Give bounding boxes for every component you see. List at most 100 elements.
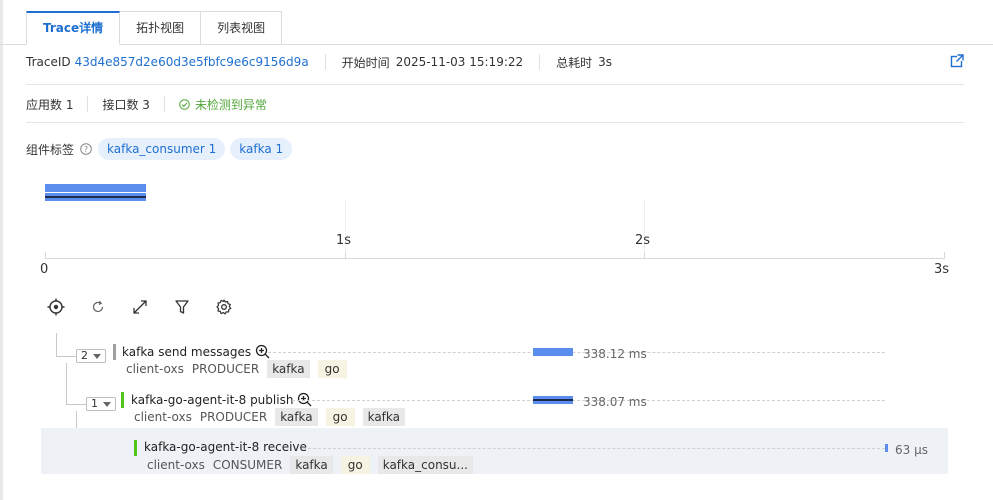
filter-icon — [175, 300, 189, 314]
span-status-bar — [134, 440, 137, 456]
check-circle-icon — [179, 98, 190, 110]
refresh-button[interactable] — [87, 296, 109, 318]
start-time-value: 2025-11-03 15:19:22 — [395, 55, 524, 69]
span-kind: PRODUCER — [191, 362, 260, 376]
span-title: kafka-go-agent-it-8 publish — [131, 392, 312, 407]
divider — [163, 96, 165, 112]
span-meta: client-oxs PRODUCER kafka go kafka — [134, 408, 413, 426]
open-external-icon[interactable] — [950, 54, 964, 68]
caret-down-icon — [103, 401, 111, 407]
overview-bar — [45, 184, 146, 192]
span-tag: go — [325, 408, 355, 426]
divider-line — [26, 84, 964, 85]
app-count: 应用数 1 — [26, 97, 74, 112]
axis-tick — [45, 252, 46, 258]
span-tag: kafka_consu... — [377, 456, 473, 474]
span-tag: go — [340, 456, 370, 474]
tree-connector — [66, 363, 67, 404]
trace-id-link[interactable]: 43d4e857d2e60d3e5fbfc9e6c9156d9a — [75, 55, 309, 69]
span-track — [303, 448, 885, 449]
divider — [539, 54, 541, 70]
trace-stats: 应用数 1 接口数 3 未检测到异常 — [26, 96, 267, 112]
grid-line — [345, 200, 346, 258]
tab-trace-detail[interactable]: Trace详情 — [26, 11, 121, 45]
span-service: client-oxs — [126, 362, 184, 376]
tab-list[interactable]: 列表视图 — [200, 11, 283, 45]
tab-topology[interactable]: 拓扑视图 — [119, 11, 202, 45]
timeline-overview — [45, 184, 146, 202]
span-title: kafka-go-agent-it-8 receive — [144, 440, 307, 454]
child-count: 2 — [81, 349, 88, 362]
span-meta: client-oxs PRODUCER kafka go — [126, 360, 355, 378]
span-track — [268, 352, 885, 353]
tag-kafka-consumer[interactable]: kafka_consumer 1 — [98, 138, 226, 160]
span-tag: kafka — [275, 408, 318, 426]
expand-button[interactable] — [129, 296, 151, 318]
axis-tick — [644, 252, 645, 258]
axis-label-3s: 3s — [934, 262, 950, 277]
divider — [324, 54, 326, 70]
settings-button[interactable] — [213, 296, 235, 318]
axis-label-1s: 1s — [336, 233, 352, 248]
health-status: 未检测到异常 — [179, 96, 267, 113]
trace-id-label: TraceID — [26, 55, 71, 69]
span-duration: 338.07 ms — [583, 395, 647, 409]
start-time-label: 开始时间 — [341, 55, 390, 70]
trace-info: TraceID 43d4e857d2e60d3e5fbfc9e6c9156d9a… — [26, 54, 612, 70]
health-status-text: 未检测到异常 — [194, 97, 267, 112]
component-tags-label: 组件标签 — [26, 142, 75, 157]
span-title: kafka send messages — [122, 344, 270, 359]
timeline-axis — [45, 258, 945, 259]
span-meta: client-oxs CONSUMER kafka go kafka_consu… — [147, 456, 481, 474]
caret-down-icon — [93, 353, 101, 359]
span-tag: kafka — [267, 360, 310, 378]
span-toggle[interactable]: 2 — [76, 349, 106, 363]
view-tabs: Trace详情 拓扑视图 列表视图 — [26, 11, 283, 45]
tree-connector — [56, 356, 76, 357]
span-kind: PRODUCER — [199, 410, 268, 424]
expand-icon — [133, 300, 147, 314]
axis-label-2s: 2s — [635, 233, 651, 248]
span-service: client-oxs — [134, 410, 192, 424]
span-status-bar — [113, 344, 116, 360]
span-tag: go — [317, 360, 347, 378]
span-duration-bar — [885, 444, 888, 452]
span-duration-bar-inner — [533, 399, 573, 401]
grid-line — [644, 200, 645, 258]
axis-tick — [345, 252, 346, 258]
span-duration-bar — [533, 348, 573, 356]
total-time-label: 总耗时 — [556, 55, 593, 70]
locate-icon — [47, 298, 65, 316]
span-tag: kafka — [290, 456, 333, 474]
component-tags: 组件标签 ? kafka_consumer 1 kafka 1 — [26, 138, 297, 160]
settings-icon — [216, 299, 232, 315]
span-service: client-oxs — [147, 458, 205, 472]
filter-button[interactable] — [171, 296, 193, 318]
span-name: kafka-go-agent-it-8 publish — [131, 392, 294, 407]
span-kind: CONSUMER — [212, 458, 283, 472]
interface-count: 接口数 3 — [102, 97, 150, 112]
axis-label-0: 0 — [40, 262, 49, 277]
trace-toolbar — [45, 296, 255, 318]
child-count: 1 — [91, 397, 98, 410]
refresh-icon — [92, 300, 104, 313]
span-name: kafka-go-agent-it-8 receive — [144, 440, 307, 454]
span-status-bar — [121, 392, 124, 408]
divider-line — [26, 122, 964, 123]
tag-kafka[interactable]: kafka 1 — [230, 138, 293, 160]
total-time-value: 3s — [598, 55, 613, 69]
axis-tick — [944, 252, 945, 258]
overview-bar-inner — [45, 196, 146, 198]
tree-connector — [66, 404, 86, 405]
locate-button[interactable] — [45, 296, 67, 318]
divider — [87, 96, 89, 112]
tree-connector — [56, 333, 57, 356]
left-edge — [0, 0, 3, 500]
svg-text:?: ? — [84, 145, 88, 154]
span-duration: 63 µs — [895, 443, 928, 457]
span-duration: 338.12 ms — [583, 347, 647, 361]
span-name: kafka send messages — [122, 344, 252, 359]
span-tag: kafka — [362, 408, 405, 426]
span-toggle[interactable]: 1 — [86, 397, 116, 411]
help-icon[interactable]: ? — [80, 143, 92, 155]
